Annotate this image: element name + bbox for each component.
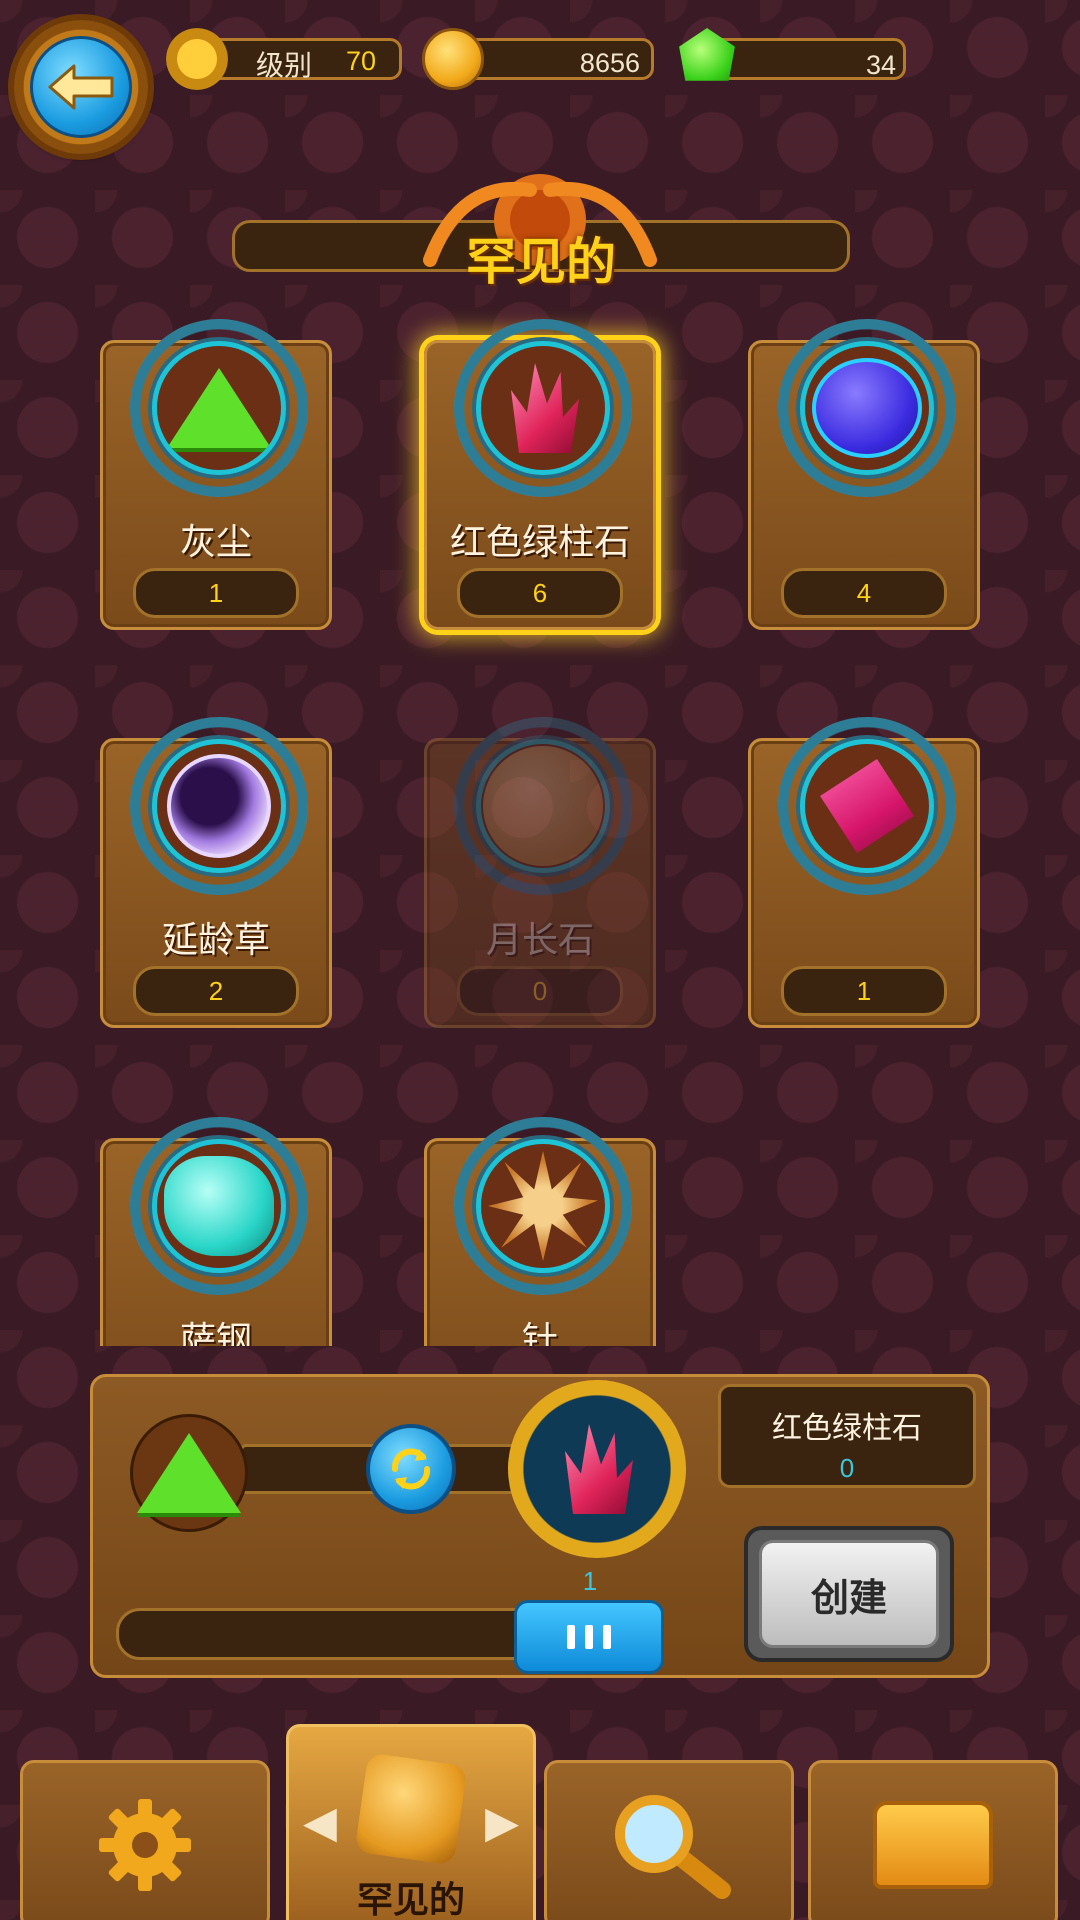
- material-name: 延龄草: [161, 920, 270, 961]
- moonstone-icon: [476, 739, 610, 873]
- material-card-blue-stone[interactable]: 4: [748, 319, 980, 630]
- material-card-sa-steel[interactable]: 萨钢: [100, 1117, 332, 1346]
- blue-stone-icon: [800, 341, 934, 475]
- result-owned-count: 0: [839, 1453, 855, 1483]
- material-card-trillium[interactable]: 延龄草 2: [100, 717, 332, 1028]
- material-card-red-beryl[interactable]: 红色绿柱石 6: [424, 319, 656, 630]
- coin-count: 8656: [579, 48, 640, 78]
- treasure-chest-icon: [873, 1801, 993, 1889]
- gear-frame-icon: [454, 319, 632, 497]
- back-button[interactable]: [14, 20, 148, 154]
- material-name: 针: [521, 1320, 558, 1346]
- gear-frame-icon: [778, 717, 956, 895]
- material-name: 灰尘: [179, 522, 252, 563]
- pink-gem-icon: [800, 739, 934, 873]
- material-count: 0: [457, 966, 623, 1016]
- tab-rare-materials[interactable]: ◀ ▶ 罕见的: [286, 1724, 536, 1920]
- tab-chest[interactable]: [808, 1760, 1058, 1920]
- tab-search[interactable]: [544, 1760, 794, 1920]
- material-name: 萨钢: [179, 1320, 252, 1346]
- gear-frame-icon: [130, 717, 308, 895]
- red-beryl-crystal-icon: [476, 341, 610, 475]
- red-beryl-crystal-icon: [565, 1424, 633, 1514]
- material-card-needle[interactable]: 针: [424, 1117, 656, 1346]
- back-arrow-icon: [30, 36, 132, 138]
- teal-stone-icon: [152, 1139, 286, 1273]
- result-name: 红色绿柱石: [772, 1411, 922, 1446]
- magnifier-icon: [615, 1795, 731, 1899]
- spiky-needle-icon: [476, 1139, 610, 1273]
- gem-count: 34: [865, 50, 896, 80]
- gear-frame-icon: [778, 319, 956, 497]
- material-count: 1: [133, 568, 299, 618]
- material-name: 红色绿柱石: [449, 522, 630, 563]
- level-gear-icon: [166, 28, 228, 90]
- gear-frame-icon: [130, 319, 308, 497]
- material-row-clip: 萨钢 针: [90, 1110, 690, 1346]
- refresh-button[interactable]: [366, 1424, 456, 1514]
- dice-cube-icon: [354, 1752, 468, 1866]
- result-item: [508, 1380, 686, 1558]
- level-value: 70: [346, 46, 377, 76]
- next-category-arrow-icon[interactable]: ▶: [485, 1797, 519, 1848]
- create-button-label: 创建: [759, 1540, 939, 1648]
- material-count: 2: [133, 966, 299, 1016]
- level-label: 级别: [256, 49, 313, 82]
- category-title: 罕见的: [466, 233, 616, 291]
- material-card-pink-gem[interactable]: 1: [748, 717, 980, 1028]
- material-count: 4: [781, 568, 947, 618]
- material-count: 6: [457, 568, 623, 618]
- purple-orb-icon: [152, 739, 286, 873]
- gear-frame-icon: [454, 717, 632, 895]
- refresh-icon: [391, 1448, 431, 1490]
- green-dust-icon: [152, 341, 286, 475]
- result-info-box: 红色绿柱石 0: [718, 1384, 976, 1488]
- material-name: 月长石: [485, 920, 594, 961]
- active-tab-label: 罕见的: [356, 1880, 465, 1920]
- gear-frame-icon: [454, 1117, 632, 1295]
- material-count: 1: [781, 966, 947, 1016]
- create-button[interactable]: 创建: [744, 1526, 954, 1662]
- tab-settings[interactable]: [20, 1760, 270, 1920]
- gear-icon: [99, 1799, 191, 1891]
- prev-category-arrow-icon[interactable]: ◀: [303, 1797, 337, 1848]
- quantity-slider-handle[interactable]: [514, 1600, 664, 1674]
- material-card-dust[interactable]: 灰尘 1: [100, 319, 332, 630]
- result-quantity: 1: [582, 1566, 598, 1596]
- material-card-moonstone[interactable]: 月长石 0: [424, 717, 656, 1028]
- coin-icon: [422, 28, 484, 90]
- ingredient-slot[interactable]: [130, 1414, 248, 1532]
- gear-frame-icon: [130, 1117, 308, 1295]
- green-dust-icon: [137, 1433, 241, 1513]
